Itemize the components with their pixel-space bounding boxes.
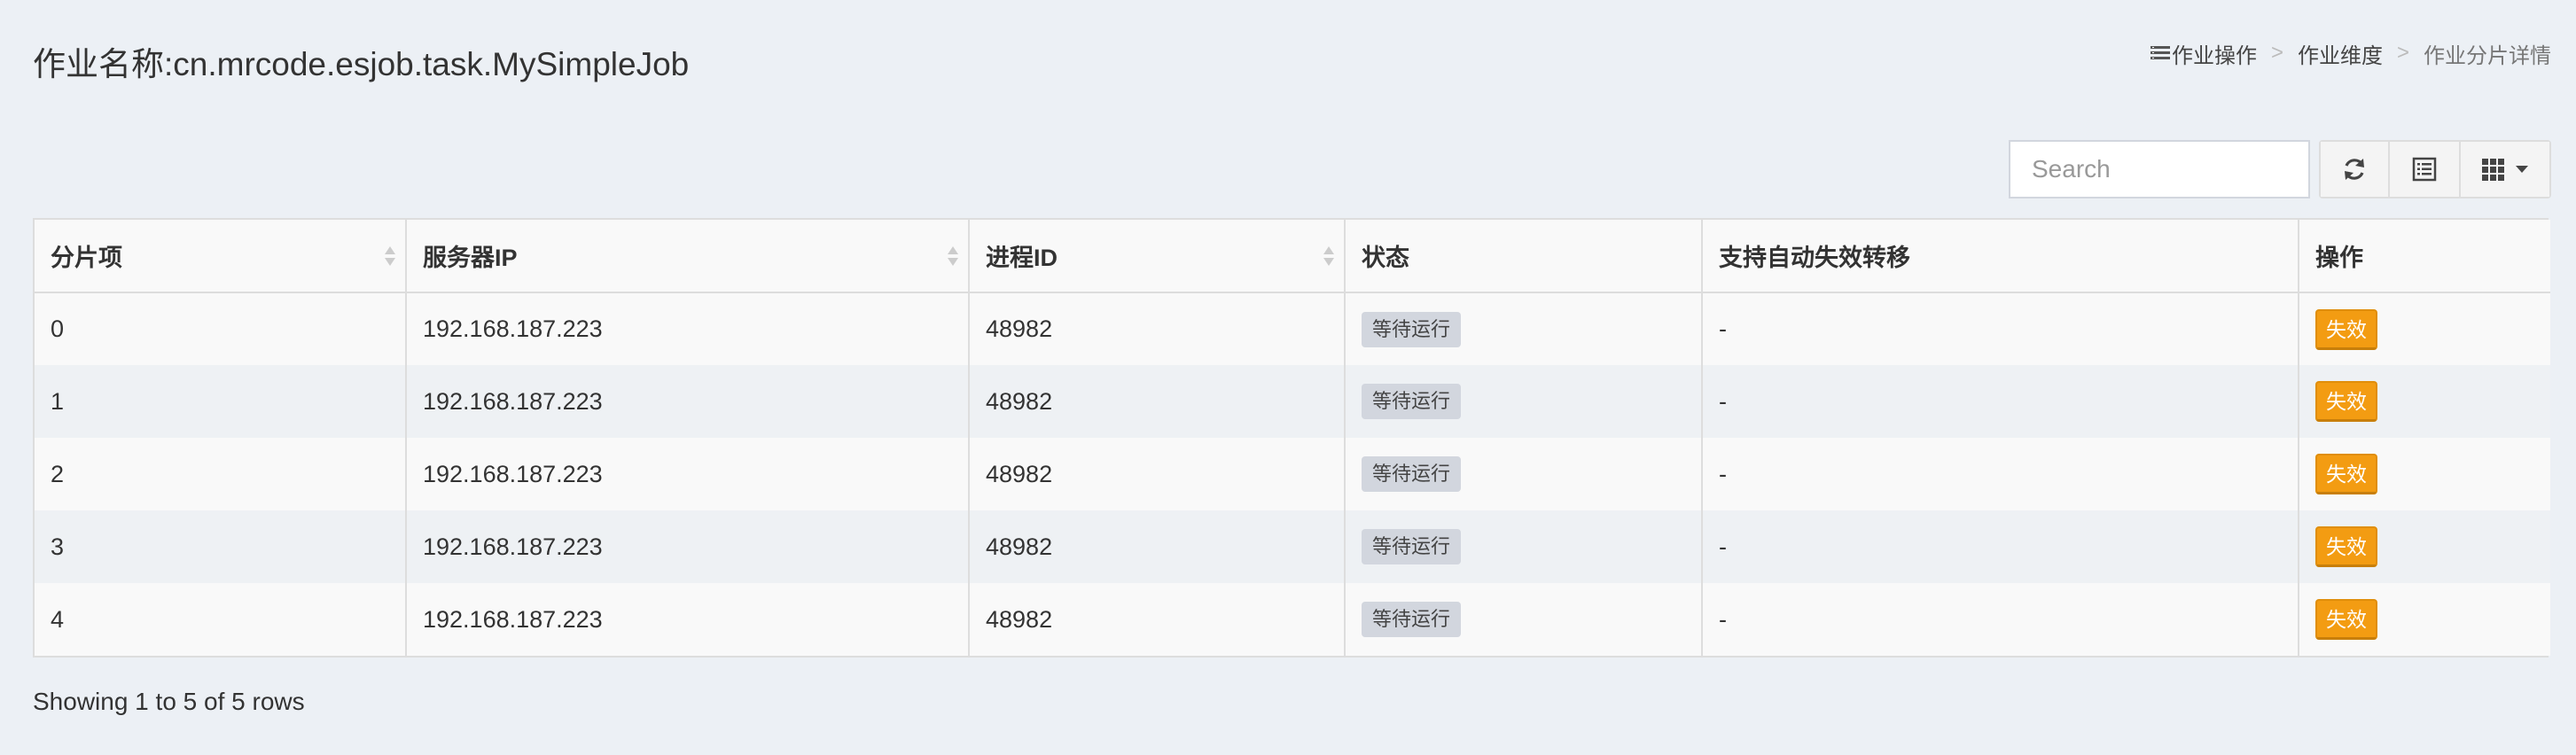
- page-title: 作业名称:cn.mrcode.esjob.task.MySimpleJob: [33, 46, 690, 82]
- disable-button[interactable]: 失效: [2315, 381, 2377, 422]
- breadcrumb-item-job-dimension[interactable]: 作业维度: [2298, 38, 2383, 69]
- cell-failover: -: [1702, 510, 2299, 583]
- cell-actions: 失效: [2299, 510, 2550, 583]
- cell-failover: -: [1702, 583, 2299, 656]
- table-row: 3 192.168.187.223 48982 等待运行 - 失效: [35, 510, 2550, 583]
- breadcrumb: 作业操作 > 作业维度 > 作业分片详情: [2150, 37, 2551, 69]
- toolbar-button-group: [2319, 140, 2551, 198]
- column-header-failover: 支持自动失效转移: [1702, 220, 2299, 293]
- table-row: 1 192.168.187.223 48982 等待运行 - 失效: [35, 365, 2550, 438]
- cell-process-id: 48982: [969, 292, 1346, 365]
- cell-status: 等待运行: [1345, 292, 1703, 365]
- cell-server-ip: 192.168.187.223: [406, 510, 970, 583]
- column-header-label: 进程ID: [986, 245, 1058, 271]
- sort-icon: [1323, 245, 1334, 266]
- cell-process-id: 48982: [969, 365, 1346, 438]
- status-badge: 等待运行: [1362, 384, 1462, 419]
- page-header: 作业名称:cn.mrcode.esjob.task.MySimpleJob: [33, 39, 689, 83]
- table-toolbar: [2009, 140, 2551, 200]
- cell-actions: 失效: [2299, 438, 2550, 510]
- breadcrumb-separator: >: [2270, 41, 2283, 65]
- disable-button[interactable]: 失效: [2315, 599, 2377, 640]
- cell-sharding-item: 4: [35, 583, 407, 656]
- cell-failover: -: [1702, 365, 2299, 438]
- sharding-table: 分片项 服务器IP 进程ID 状态 支持自动失效转移 操作 0 192.168.…: [35, 220, 2550, 656]
- breadcrumb-item-sharding-details: 作业分片详情: [2424, 43, 2551, 68]
- cell-process-id: 48982: [969, 438, 1346, 510]
- refresh-button[interactable]: [2321, 142, 2390, 197]
- list-view-icon: [2412, 157, 2437, 182]
- cell-actions: 失效: [2299, 583, 2550, 656]
- status-badge: 等待运行: [1362, 602, 1462, 637]
- cell-server-ip: 192.168.187.223: [406, 292, 970, 365]
- table-header-row: 分片项 服务器IP 进程ID 状态 支持自动失效转移 操作: [35, 220, 2550, 293]
- table-row: 4 192.168.187.223 48982 等待运行 - 失效: [35, 583, 2550, 656]
- cell-server-ip: 192.168.187.223: [406, 438, 970, 510]
- refresh-icon: [2345, 159, 2364, 180]
- pagination-info: Showing 1 to 5 of 5 rows: [33, 688, 305, 715]
- dashboard-list-icon: [2150, 46, 2170, 59]
- cell-server-ip: 192.168.187.223: [406, 583, 970, 656]
- column-header-status: 状态: [1345, 220, 1703, 293]
- cell-status: 等待运行: [1345, 365, 1703, 438]
- columns-grid-icon: [2482, 159, 2504, 181]
- cell-server-ip: 192.168.187.223: [406, 365, 970, 438]
- cell-failover: -: [1702, 292, 2299, 365]
- cell-sharding-item: 3: [35, 510, 407, 583]
- cell-actions: 失效: [2299, 365, 2550, 438]
- cell-failover: -: [1702, 438, 2299, 510]
- sort-icon: [948, 245, 958, 266]
- disable-button[interactable]: 失效: [2315, 454, 2377, 494]
- status-badge: 等待运行: [1362, 529, 1462, 564]
- cell-status: 等待运行: [1345, 438, 1703, 510]
- cell-actions: 失效: [2299, 292, 2550, 365]
- sharding-table-container: 分片项 服务器IP 进程ID 状态 支持自动失效转移 操作 0 192.168.…: [33, 218, 2550, 658]
- cell-sharding-item: 2: [35, 438, 407, 510]
- column-header-actions: 操作: [2299, 220, 2550, 293]
- disable-button[interactable]: 失效: [2315, 526, 2377, 567]
- breadcrumb-separator: >: [2396, 41, 2409, 65]
- column-header-process-id[interactable]: 进程ID: [969, 220, 1346, 293]
- columns-dropdown-button[interactable]: [2461, 142, 2549, 197]
- caret-down-icon: [2516, 166, 2528, 173]
- toggle-view-button[interactable]: [2390, 142, 2461, 197]
- cell-process-id: 48982: [969, 583, 1346, 656]
- column-header-label: 分片项: [51, 245, 122, 271]
- cell-process-id: 48982: [969, 510, 1346, 583]
- cell-status: 等待运行: [1345, 583, 1703, 656]
- disable-button[interactable]: 失效: [2315, 308, 2377, 350]
- cell-sharding-item: 1: [35, 365, 407, 438]
- status-badge: 等待运行: [1362, 456, 1462, 492]
- column-header-server-ip[interactable]: 服务器IP: [406, 220, 970, 293]
- column-header-sharding-item[interactable]: 分片项: [35, 220, 407, 293]
- table-row: 0 192.168.187.223 48982 等待运行 - 失效: [35, 292, 2550, 365]
- column-header-label: 服务器IP: [423, 245, 518, 271]
- search-input[interactable]: [2009, 140, 2310, 198]
- cell-status: 等待运行: [1345, 510, 1703, 583]
- breadcrumb-item-job-operations[interactable]: 作业操作: [2172, 38, 2257, 69]
- status-badge: 等待运行: [1362, 311, 1462, 347]
- table-row: 2 192.168.187.223 48982 等待运行 - 失效: [35, 438, 2550, 510]
- cell-sharding-item: 0: [35, 292, 407, 365]
- sort-icon: [385, 245, 395, 266]
